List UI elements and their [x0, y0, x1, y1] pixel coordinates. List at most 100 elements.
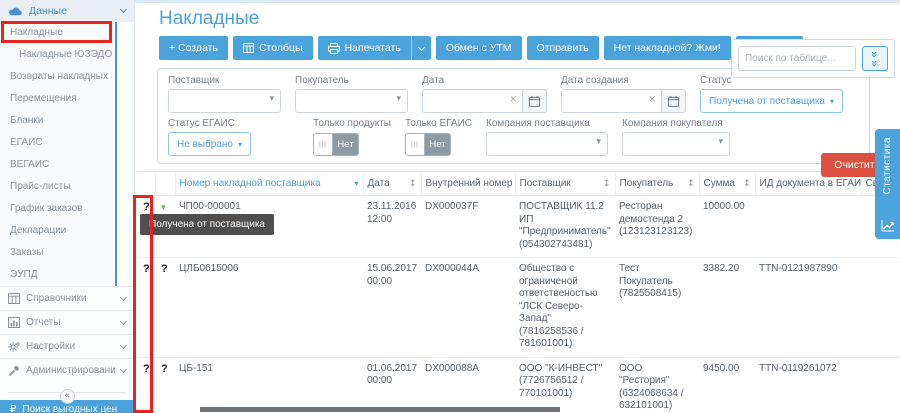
sidebar-item-zakazy[interactable]: Заказы	[0, 242, 115, 264]
main-content: Накладные + Создать Столбцы Напечатать О…	[135, 0, 900, 413]
only-egais-toggle[interactable]: ||| Нет	[405, 133, 451, 156]
sidebar-item-vegais[interactable]: ВЕГАИС	[0, 154, 115, 176]
column-header-date[interactable]: Дата↕	[363, 172, 421, 196]
double-chevron-up-icon: »	[870, 59, 879, 66]
status-question-icon[interactable]: ?	[137, 258, 155, 358]
sort-icon: ↕	[409, 179, 417, 189]
creation-date-input[interactable]: ✕	[561, 89, 661, 113]
buyer-select[interactable]	[295, 89, 408, 113]
collapse-sidebar-button[interactable]: «	[60, 389, 75, 404]
sort-icon: ↕	[743, 179, 751, 189]
price-search-label: Поиск выгодных цен	[22, 404, 117, 413]
cell-sum: 10000.00	[699, 196, 755, 258]
utm-exchange-button[interactable]: Обмен с УТМ	[436, 36, 522, 60]
gear-icon	[8, 341, 20, 353]
cell-sum: 3382.20	[699, 258, 755, 358]
send-button[interactable]: Отправить	[527, 36, 599, 60]
bar-chart-icon	[8, 317, 20, 328]
chevron-down-icon	[120, 317, 127, 324]
sidebar-item-spravochniki[interactable]: Справочники	[0, 286, 134, 310]
chevron-down-icon	[418, 43, 425, 50]
table-row[interactable]: ? ? ЦЛБ0615006 15.06.2017 00:00 DX000044…	[137, 258, 900, 358]
sidebar-item-administrirovanie[interactable]: Администрирование	[0, 358, 134, 382]
sidebar-item-grafik-zakazov[interactable]: График заказов	[0, 198, 115, 220]
sidebar-item-nastroyki[interactable]: Настройки	[0, 334, 134, 358]
print-button[interactable]: Напечатать	[318, 36, 411, 60]
columns-icon	[243, 43, 254, 53]
print-dropdown-button[interactable]	[411, 36, 431, 60]
header-expand-col	[155, 172, 175, 196]
sidebar-item-peremeshcheniya[interactable]: Перемещения	[0, 88, 115, 110]
horizontal-scrollbar-thumb[interactable]	[200, 407, 560, 412]
status-question-icon[interactable]: ?	[155, 357, 175, 413]
buyer-company-label: Компания покупателя	[622, 118, 730, 129]
only-products-toggle[interactable]: ||| Нет	[313, 133, 359, 156]
sidebar-item-egais[interactable]: ЕГАИС	[0, 132, 115, 154]
cell-internal: DX000037F	[421, 196, 515, 258]
sidebar-item-eupd[interactable]: ЭУПД	[0, 264, 115, 286]
egais-status-dropdown[interactable]: Не выбрано ▾	[168, 132, 251, 156]
calendar-icon	[529, 96, 540, 107]
only-egais-label: Только ЕГАИС	[405, 118, 472, 129]
search-input[interactable]	[738, 46, 856, 71]
sidebar-item-blanki[interactable]: Бланки	[0, 110, 115, 132]
column-header-sum[interactable]: Сумма↕	[699, 172, 755, 196]
supplier-select[interactable]	[168, 89, 281, 113]
cell-internal: DX000044A	[421, 258, 515, 358]
column-header-internal[interactable]: Внутренний номер↕	[421, 172, 515, 196]
cell-egais-id: TTN-0119261072	[755, 357, 861, 413]
sidebar-item-deklaracii[interactable]: Декларации	[0, 220, 115, 242]
column-header-supplier[interactable]: Поставщик↕	[515, 172, 615, 196]
clear-date-icon[interactable]: ✕	[648, 95, 656, 105]
filter-row-2: Статус ЕГАИС Не выбрано ▾ Только продукт…	[168, 118, 859, 156]
clear-date-icon[interactable]: ✕	[509, 95, 517, 105]
print-button-group: Напечатать	[318, 36, 431, 60]
statistics-tab-label: Статистика	[882, 137, 893, 195]
status-question-icon[interactable]: ?	[155, 258, 175, 358]
create-button[interactable]: + Создать	[159, 36, 228, 60]
expand-caret-icon[interactable]: ▾	[161, 203, 166, 213]
cell-transport	[861, 258, 900, 358]
sidebar-item-vozvraty-nakladnyh[interactable]: Возвраты накладных	[0, 66, 115, 88]
page-title: Накладные	[159, 8, 900, 30]
status-question-icon[interactable]: ?	[137, 357, 155, 413]
header-status-col	[137, 172, 155, 196]
date-input[interactable]: ✕	[422, 89, 522, 113]
cell-supplier: ООО "К-ИНВЕСТ" (7726756512 / 770101001)	[515, 357, 615, 413]
cell-egais-id: TTN-0121987890	[755, 258, 861, 358]
cell-number: ЦЛБ0615006	[175, 258, 363, 358]
sort-icon: ↕	[603, 179, 611, 189]
sidebar-item-nakladnye-uzedo[interactable]: Накладные ЮЗЭДО	[0, 44, 115, 66]
sidebar-section-dannye[interactable]: Данные	[0, 0, 134, 22]
sidebar-section-label: Данные	[29, 5, 115, 17]
cell-internal: DX000088A	[421, 357, 515, 413]
column-header-number[interactable]: Номер накладной поставщика▾	[175, 172, 363, 196]
calendar-button[interactable]	[661, 89, 686, 113]
sidebar-data-submenu: Накладные Накладные ЮЗЭДО Возвраты накла…	[0, 22, 117, 286]
buyer-filter-label: Покупатель	[295, 75, 408, 86]
cell-buyer: ООО "Рестория" (6324068634 / 632101001)	[615, 357, 699, 413]
sidebar-item-nakladnye[interactable]: Накладные	[0, 22, 115, 44]
sidebar-item-otchety[interactable]: Отчеты	[0, 310, 134, 334]
supplier-company-label: Компания поставщика	[486, 118, 608, 129]
cell-date: 15.06.2017 00:00	[363, 258, 421, 358]
calendar-button[interactable]	[522, 89, 547, 113]
statistics-tab[interactable]: Статистика	[875, 129, 900, 239]
supplier-company-select[interactable]	[486, 132, 608, 156]
table-row[interactable]: ? ? ЦБ-151 01.06.2017 00:00 DX000088A ОО…	[137, 357, 900, 413]
collapse-filters-button[interactable]: » »	[862, 46, 888, 71]
columns-button[interactable]: Столбцы	[233, 36, 313, 60]
sidebar-collapse-area: «	[0, 385, 134, 400]
no-invoice-button[interactable]: Нет накладной? Жми!	[604, 36, 731, 60]
cell-egais-id	[755, 196, 861, 258]
chevron-down-icon	[120, 341, 127, 348]
calendar-icon	[668, 96, 679, 107]
buyer-company-select[interactable]	[622, 132, 730, 156]
status-dropdown[interactable]: Получена от поставщика ▾	[700, 89, 843, 113]
sidebar: Данные Накладные Накладные ЮЗЭДО Возврат…	[0, 0, 135, 413]
sidebar-item-price-lists[interactable]: Прайс-листы	[0, 176, 115, 198]
only-products-label: Только продукты	[313, 118, 391, 129]
cell-supplier: Общество с ограниченой ответственостью "…	[515, 258, 615, 358]
column-header-buyer[interactable]: Покупатель↕	[615, 172, 699, 196]
filter-row-1: Поставщик Покупатель Дата ✕	[168, 75, 859, 113]
